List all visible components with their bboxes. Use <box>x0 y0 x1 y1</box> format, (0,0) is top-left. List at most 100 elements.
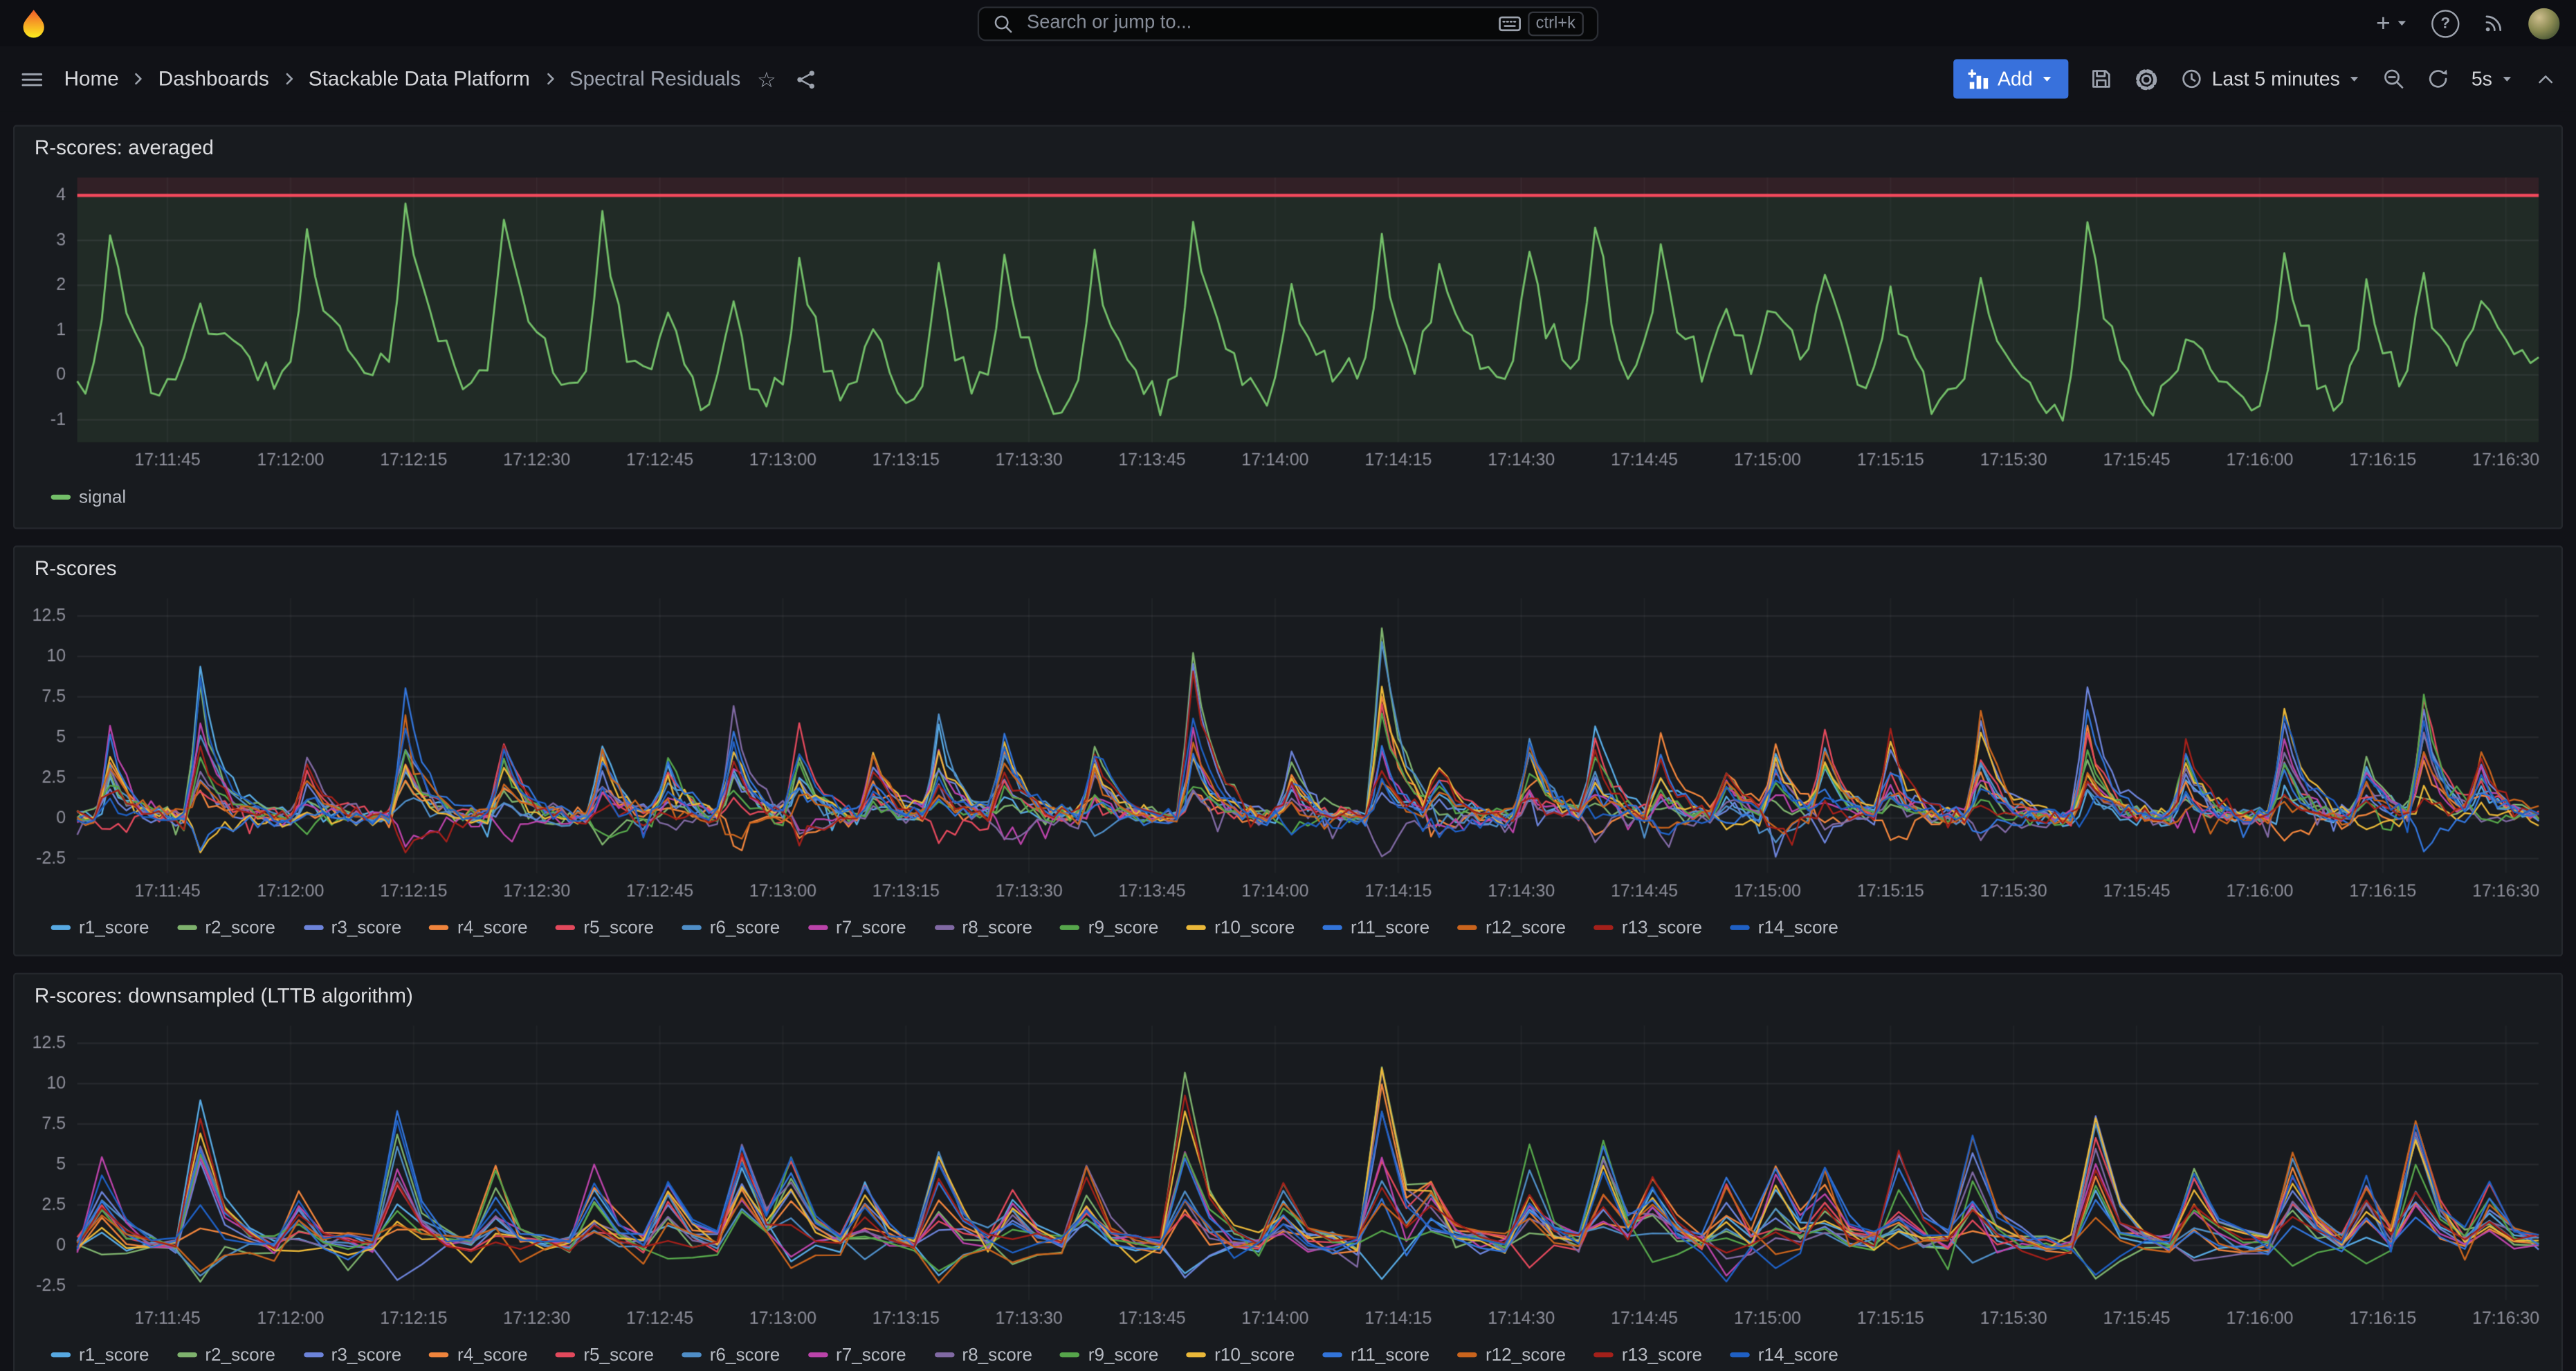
legend-item[interactable]: r6_score <box>682 1345 780 1364</box>
legend-label: r2_score <box>205 1345 275 1364</box>
legend-swatch <box>1730 1352 1749 1357</box>
legend-swatch <box>808 925 828 930</box>
save-dashboard-button[interactable] <box>2090 67 2113 90</box>
legend-item[interactable]: r1_score <box>51 918 149 937</box>
legend-label: r10_score <box>1214 1345 1295 1364</box>
legend-label: r6_score <box>710 918 780 937</box>
legend-swatch <box>1060 1352 1079 1357</box>
legend-item[interactable]: r3_score <box>303 1345 401 1364</box>
legend-label: r4_score <box>457 918 528 937</box>
legend-swatch <box>1458 1352 1477 1357</box>
grafana-logo[interactable] <box>17 6 49 39</box>
legend-label: r6_score <box>710 1345 780 1364</box>
breadcrumb-current-dashboard: Spectral Residuals <box>569 67 740 90</box>
refresh-interval-picker[interactable]: 5s <box>2472 67 2514 90</box>
legend-item[interactable]: r2_score <box>177 918 275 937</box>
favorite-button[interactable]: ☆ <box>757 69 776 90</box>
legend-label: r9_score <box>1088 918 1159 937</box>
time-range-picker[interactable]: Last 5 minutes <box>2180 67 2361 90</box>
legend-item[interactable]: r8_score <box>934 918 1032 937</box>
search-input[interactable] <box>1023 12 1488 35</box>
legend-label: signal <box>79 487 126 507</box>
zoom-out-time-button[interactable] <box>2383 67 2406 90</box>
legend-label: r5_score <box>583 918 654 937</box>
add-button-label: Add <box>1998 67 2033 90</box>
panel-title-text: R-scores <box>35 557 117 580</box>
caret-down-icon <box>2041 72 2054 85</box>
legend-item[interactable]: r8_score <box>934 1345 1032 1364</box>
chevron-up-icon <box>2535 69 2557 90</box>
legend-item[interactable]: r5_score <box>556 1345 654 1364</box>
refresh-icon <box>2427 67 2450 90</box>
legend-swatch <box>556 925 575 930</box>
add-panel-button[interactable]: Add <box>1953 59 2069 98</box>
new-menu-button[interactable]: + <box>2376 10 2409 35</box>
r-scores-downsampled-chart[interactable] <box>28 1017 2548 1333</box>
user-avatar[interactable] <box>2528 8 2559 39</box>
legend-label: r11_score <box>1351 1345 1429 1364</box>
legend-item[interactable]: r9_score <box>1060 918 1158 937</box>
legend-item[interactable]: r7_score <box>808 1345 906 1364</box>
time-range-label: Last 5 minutes <box>2212 67 2340 90</box>
legend-item[interactable]: r14_score <box>1730 918 1838 937</box>
legend-label: r11_score <box>1351 918 1429 937</box>
panel-r-scores-averaged: R-scores: averaged signal <box>13 125 2563 529</box>
legend-item[interactable]: r7_score <box>808 918 906 937</box>
add-panel-icon <box>1968 69 1989 90</box>
legend-item[interactable]: r10_score <box>1187 918 1295 937</box>
legend-item[interactable]: r11_score <box>1323 1345 1430 1364</box>
help-button[interactable]: ? <box>2431 9 2459 37</box>
legend-item[interactable]: r1_score <box>51 1345 149 1364</box>
breadcrumb-dashboards[interactable]: Dashboards <box>158 67 269 90</box>
chevron-right-icon <box>280 71 297 87</box>
legend-item[interactable]: r14_score <box>1730 1345 1838 1364</box>
legend-item[interactable]: r13_score <box>1593 1345 1702 1364</box>
legend-item[interactable]: r6_score <box>682 918 780 937</box>
legend-item[interactable]: r12_score <box>1458 918 1566 937</box>
dashboard-settings-button[interactable] <box>2135 66 2159 91</box>
legend-item[interactable]: r3_score <box>303 918 401 937</box>
news-button[interactable] <box>2483 12 2505 35</box>
legend-label: r4_score <box>457 1345 528 1364</box>
legend-item[interactable]: r4_score <box>430 918 528 937</box>
legend-item[interactable]: r2_score <box>177 1345 275 1364</box>
save-icon <box>2090 67 2113 90</box>
global-search[interactable]: ctrl+k <box>978 6 1599 40</box>
legend-item[interactable]: r10_score <box>1187 1345 1295 1364</box>
legend-swatch <box>1323 925 1342 930</box>
panel-title-text: R-scores: averaged <box>35 136 214 159</box>
legend-item[interactable]: signal <box>51 487 127 507</box>
keyboard-icon <box>1498 14 1521 32</box>
search-shortcut: ctrl+k <box>1498 10 1584 35</box>
legend-item[interactable]: r12_score <box>1458 1345 1566 1364</box>
legend-swatch <box>682 925 701 930</box>
legend-swatch <box>808 1352 828 1357</box>
r-scores-averaged-chart[interactable] <box>28 170 2548 475</box>
collapse-toolbar-button[interactable] <box>2535 69 2557 90</box>
breadcrumb-home[interactable]: Home <box>64 67 119 90</box>
panel-r-scores: R-scores r1_score r2_score r3_score r4_scor… <box>13 545 2563 956</box>
legend-item[interactable]: r13_score <box>1593 918 1702 937</box>
legend-item[interactable]: r9_score <box>1060 1345 1158 1364</box>
legend-swatch <box>430 925 449 930</box>
legend-label: r5_score <box>583 1345 654 1364</box>
panel-title-r-scores-averaged[interactable]: R-scores: averaged <box>15 127 2561 170</box>
r-scores-chart[interactable] <box>28 590 2548 905</box>
clock-icon <box>2180 67 2203 90</box>
mega-menu-button[interactable] <box>19 66 44 91</box>
refresh-interval-label: 5s <box>2472 67 2492 90</box>
legend-swatch <box>51 495 71 500</box>
legend-item[interactable]: r11_score <box>1323 918 1430 937</box>
share-button[interactable] <box>796 69 817 90</box>
legend-item[interactable]: r4_score <box>430 1345 528 1364</box>
breadcrumb-folder[interactable]: Stackable Data Platform <box>309 67 530 90</box>
panel-title-r-scores[interactable]: R-scores <box>15 547 2561 590</box>
legend-item[interactable]: r5_score <box>556 918 654 937</box>
menu-icon <box>19 66 44 91</box>
panel-title-r-scores-downsampled[interactable]: R-scores: downsampled (LTTB algorithm) <box>15 974 2561 1017</box>
legend-label: r2_score <box>205 918 275 937</box>
legend-swatch <box>1593 1352 1613 1357</box>
refresh-button[interactable] <box>2427 67 2450 90</box>
legend-swatch <box>51 925 71 930</box>
legend-swatch <box>1323 1352 1342 1357</box>
